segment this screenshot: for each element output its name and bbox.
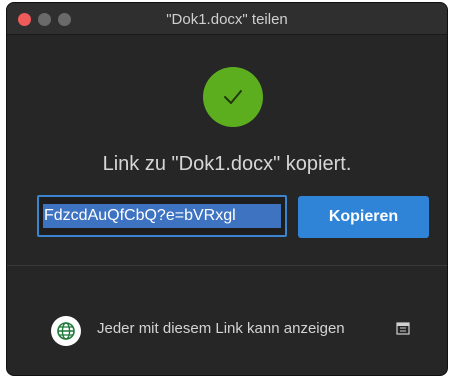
permission-label[interactable]: Jeder mit diesem Link kann anzeigen (97, 320, 345, 337)
divider (7, 265, 447, 266)
link-field[interactable]: FdzcdAuQfCbQ?e=bVRxgl (37, 195, 287, 237)
share-dialog: "Dok1.docx" teilen Link zu "Dok1.docx" k… (6, 2, 448, 376)
calendar-icon[interactable] (396, 321, 410, 335)
link-text[interactable]: FdzcdAuQfCbQ?e=bVRxgl (43, 204, 281, 228)
copy-button[interactable]: Kopieren (298, 196, 429, 238)
titlebar: "Dok1.docx" teilen (7, 3, 447, 35)
window-title: "Dok1.docx" teilen (166, 11, 288, 28)
copied-message: Link zu "Dok1.docx" kopiert. (102, 153, 352, 175)
success-checkmark-icon (203, 67, 263, 127)
globe-icon[interactable] (51, 316, 81, 346)
